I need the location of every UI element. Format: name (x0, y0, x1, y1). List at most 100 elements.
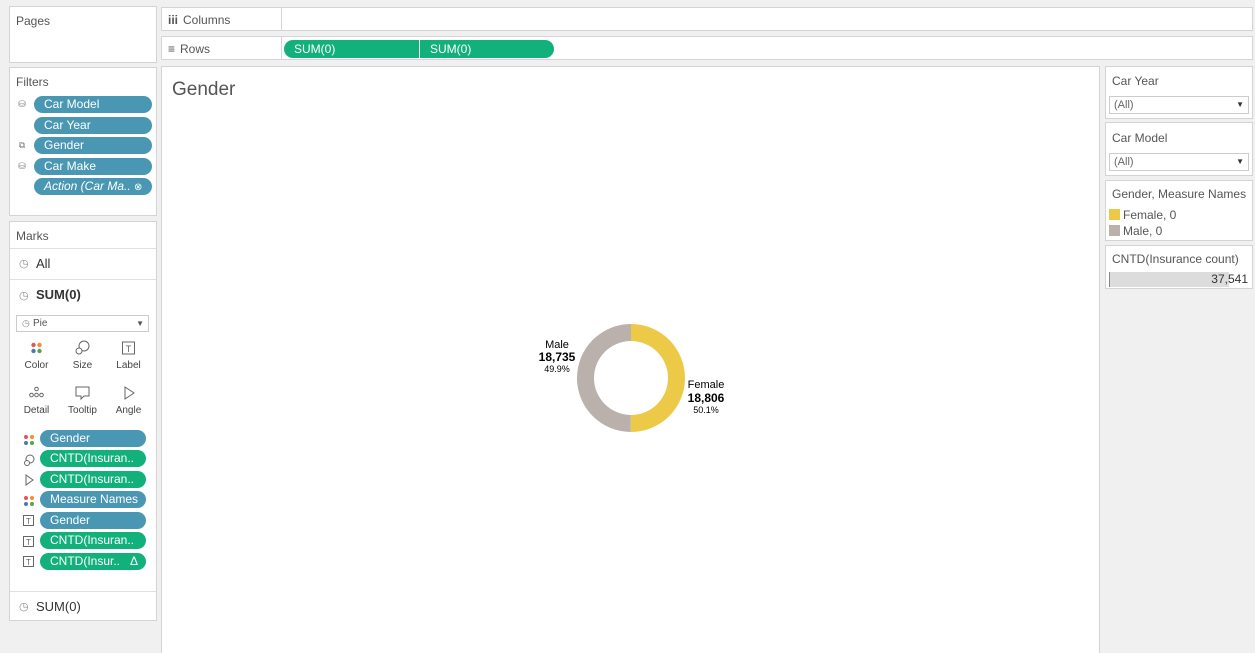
label-button-label: Label (116, 360, 141, 371)
legend-swatch-female (1109, 209, 1120, 220)
legend-item-male[interactable]: Male, 0 (1109, 224, 1162, 238)
database-icon: ⛁ (18, 161, 26, 171)
data-label-female-percent: 50.1% (693, 405, 719, 415)
size-button-label: Size (72, 360, 93, 371)
angle-button[interactable]: Angle (108, 381, 149, 421)
pages-shelf[interactable]: Pages (9, 6, 157, 63)
svg-text:T: T (26, 538, 31, 547)
svg-text:T: T (126, 344, 132, 354)
link-icon: ⊗ (134, 182, 143, 193)
size-legend-title: CNTD(Insurance count) (1112, 252, 1239, 266)
angle-icon (25, 474, 34, 486)
color-button[interactable]: Color (16, 336, 57, 376)
svg-text:T: T (26, 558, 31, 567)
columns-icon: iii (168, 13, 179, 27)
tooltip-button[interactable]: Tooltip (62, 381, 103, 421)
marks-pill-measure-names[interactable]: Measure Names (40, 491, 146, 508)
columns-label-text: Columns (183, 13, 231, 27)
size-legend-value: 37,541 (1211, 272, 1248, 286)
car-model-filter-card: Car Model (All) ▼ (1105, 122, 1253, 176)
shelf-divider (281, 37, 282, 59)
columns-label: iii Columns (168, 13, 230, 27)
car-year-filter-card: Car Year (All) ▼ (1105, 66, 1253, 119)
mark-type-dropdown[interactable]: ◷ Pie ▼ (16, 315, 149, 332)
svg-text:T: T (26, 517, 31, 526)
chevron-down-icon: ▼ (136, 319, 144, 328)
marks-sum-label: SUM(0) (36, 287, 81, 302)
label-button[interactable]: T Label (108, 336, 149, 376)
detail-button[interactable]: Detail (16, 381, 57, 421)
marks-pill-gender-color[interactable]: Gender (40, 430, 146, 447)
pie-clock-icon: ◷ (19, 290, 29, 302)
filter-action-label: Action (Car Ma.. (44, 179, 131, 193)
donut-hole (594, 341, 668, 415)
car-year-value: (All) (1114, 99, 1134, 111)
marks-card: Marks ◷ All ◷ SUM(0) ◷ Pie ▼ Color Size … (9, 221, 157, 621)
rows-pill-sum-1[interactable]: SUM(0) (284, 40, 420, 58)
marks-pill-cntd-size[interactable]: CNTD(Insuran.. (40, 450, 146, 467)
color-dots-icon (31, 342, 42, 354)
marks-bottom-row[interactable]: ◷ SUM(0) (10, 591, 156, 620)
data-label-male-percent: 49.9% (544, 364, 570, 374)
filter-car-make[interactable]: Car Make (34, 158, 152, 175)
label-icon: T (23, 515, 34, 526)
angle-icon (124, 386, 135, 400)
color-legend-title: Gender, Measure Names (1112, 187, 1247, 201)
rows-label-text: Rows (180, 42, 211, 56)
pie-clock-icon: ◷ (19, 258, 29, 270)
chevron-down-icon: ▼ (1236, 100, 1244, 109)
shelf-divider (281, 8, 282, 30)
rows-label: ≡ Rows (168, 42, 210, 56)
filters-title: Filters (16, 75, 49, 89)
car-model-dropdown[interactable]: (All) ▼ (1109, 153, 1249, 171)
worksheet-view: Gender Male 18,735 49.9% Female 18,806 50.1% (161, 66, 1100, 653)
legend-label-female: Female, 0 (1123, 208, 1177, 222)
pie-clock-icon: ◷ (22, 318, 30, 328)
delta-icon: Δ (129, 554, 138, 568)
marks-pill-cntd-angle[interactable]: CNTD(Insuran.. (40, 471, 146, 488)
data-label-male-value: 18,735 (539, 350, 576, 364)
label-icon: T (23, 536, 34, 547)
color-dots-icon (24, 435, 34, 445)
columns-shelf[interactable]: iii Columns (161, 7, 1253, 31)
rows-pill-sum-2[interactable]: SUM(0) (419, 40, 554, 58)
car-model-filter-title: Car Model (1112, 131, 1168, 145)
marks-sum-row[interactable]: ◷ SUM(0) (10, 280, 156, 310)
color-legend-card: Gender, Measure Names Female, 0 Male, 0 (1105, 180, 1253, 241)
filter-car-year[interactable]: Car Year (34, 117, 152, 134)
mark-type-value: Pie (33, 318, 48, 329)
filter-action-car-make[interactable]: Action (Car Ma.. ⊗ (34, 178, 152, 195)
marks-all-row[interactable]: ◷ All (10, 249, 156, 280)
rows-shelf[interactable]: ≡ Rows SUM(0) SUM(0) (161, 36, 1253, 60)
filters-shelf[interactable]: Filters ⛁ Car Model Car Year ⧉ Gender ⛁ … (9, 67, 157, 216)
color-button-label: Color (24, 360, 49, 371)
size-button[interactable]: Size (62, 336, 103, 376)
car-year-filter-title: Car Year (1112, 74, 1159, 88)
label-icon: T (122, 341, 135, 355)
angle-button-label: Angle (115, 405, 142, 416)
label-icon: T (23, 556, 34, 567)
multi-database-icon: ⧉ (18, 140, 26, 150)
detail-icon (29, 386, 44, 398)
size-icon (75, 340, 90, 355)
marks-bottom-label: SUM(0) (36, 599, 81, 614)
filter-car-model[interactable]: Car Model (34, 96, 152, 113)
marks-pill-gender-label[interactable]: Gender (40, 512, 146, 529)
marks-header: Marks (10, 222, 156, 249)
legend-item-female[interactable]: Female, 0 (1109, 208, 1176, 222)
tooltip-icon (75, 386, 90, 401)
marks-all-label: All (36, 256, 51, 271)
marks-pill-cntd-delta[interactable]: CNTD(Insur.. Δ (40, 553, 146, 570)
legend-label-male: Male, 0 (1123, 224, 1163, 238)
rows-icon: ≡ (168, 42, 176, 56)
car-year-dropdown[interactable]: (All) ▼ (1109, 96, 1249, 114)
data-label-female-value: 18,806 (688, 391, 725, 405)
detail-button-label: Detail (23, 405, 50, 416)
database-icon: ⛁ (18, 99, 26, 109)
donut-chart: Male18,73549.9%Female18,80650.1% (539, 324, 725, 433)
car-model-value: (All) (1114, 156, 1134, 168)
marks-title: Marks (16, 229, 49, 243)
marks-pill-cntd-label[interactable]: CNTD(Insuran.. (40, 532, 146, 549)
size-icon (24, 454, 35, 466)
filter-gender[interactable]: Gender (34, 137, 152, 154)
